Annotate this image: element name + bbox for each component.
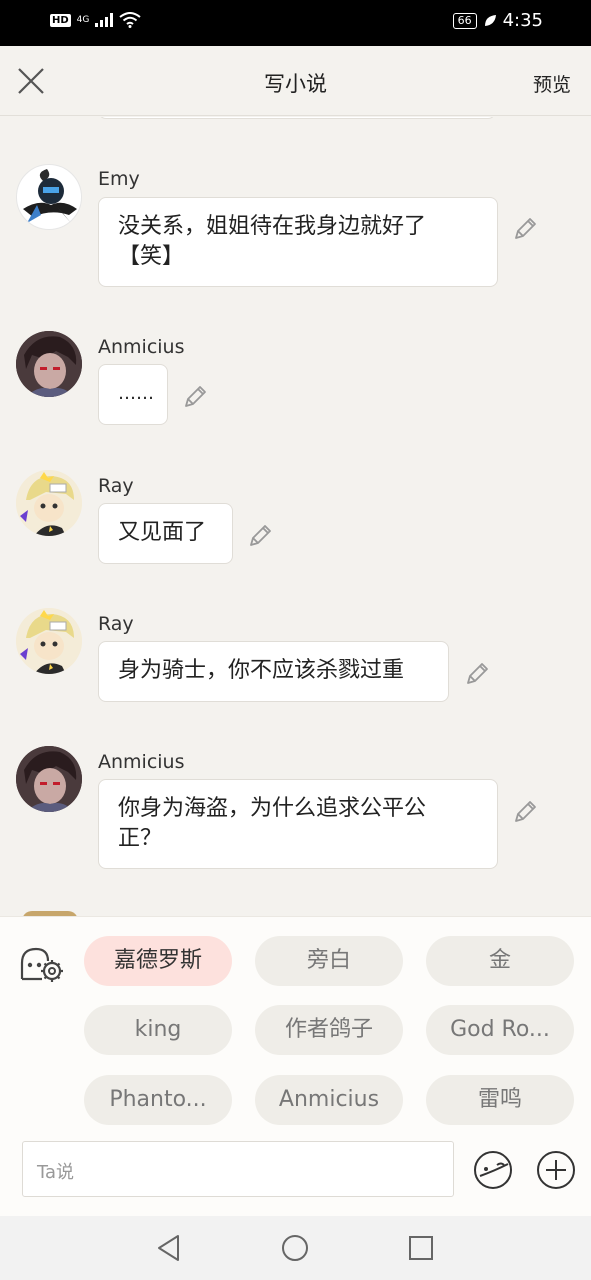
network-type: 4G: [76, 15, 90, 25]
role-chip[interactable]: Phanto...: [84, 1075, 232, 1125]
avatar[interactable]: [16, 746, 82, 812]
sender-name: Anmicius: [98, 336, 185, 358]
signal-icon: [95, 13, 114, 27]
message-bubble[interactable]: 没关系，姐姐待在我身边就好了 【笑】: [98, 197, 498, 287]
role-settings-icon[interactable]: [18, 945, 66, 985]
pencil-icon[interactable]: [246, 522, 274, 550]
pencil-icon[interactable]: [181, 383, 209, 411]
role-chip[interactable]: God Ro...: [426, 1005, 574, 1055]
pencil-icon[interactable]: [511, 798, 539, 826]
role-chip[interactable]: 作者鸽子: [255, 1005, 403, 1055]
role-chip[interactable]: 雷鸣: [426, 1075, 574, 1125]
battery-indicator: 66: [452, 12, 477, 29]
message-text: 身为骑士，你不应该杀戮过重: [118, 658, 405, 683]
avatar[interactable]: [16, 608, 82, 674]
message-bubble[interactable]: ……: [98, 364, 168, 425]
hd-badge: HD: [50, 13, 71, 27]
message-text-line: 【笑】: [118, 244, 185, 269]
avatar[interactable]: [16, 331, 82, 397]
home-icon[interactable]: [280, 1233, 310, 1263]
message-input[interactable]: Ta说: [22, 1141, 454, 1197]
message-bubble[interactable]: 你身为海盗，为什么追求公平公 正？: [98, 779, 498, 869]
page-title: 写小说: [264, 72, 327, 96]
role-panel: 嘉德罗斯 旁白 金 king 作者鸽子 God Ro... Phanto... …: [0, 916, 591, 1216]
back-icon[interactable]: [154, 1233, 184, 1263]
sender-name: Ray: [98, 613, 134, 635]
clock: 4:35: [502, 10, 543, 31]
message-bubble[interactable]: 身为骑士，你不应该杀戮过重: [98, 641, 449, 702]
preview-button[interactable]: 预览: [533, 70, 571, 97]
leaf-icon: [484, 14, 496, 26]
sender-name: Emy: [98, 168, 140, 190]
sender-name: Anmicius: [98, 751, 185, 773]
add-icon[interactable]: [535, 1149, 577, 1191]
role-chip[interactable]: 旁白: [255, 936, 403, 986]
avatar[interactable]: [16, 164, 82, 230]
pencil-icon[interactable]: [511, 215, 539, 243]
message-text-line: 没关系，姐姐待在我身边就好了: [118, 214, 427, 239]
message-text-line: 你身为海盗，为什么追求公平公: [118, 796, 427, 821]
message-text: ……: [118, 383, 154, 404]
avatar[interactable]: [16, 470, 82, 536]
system-nav-bar: [0, 1216, 591, 1280]
role-chip[interactable]: 金: [426, 936, 574, 986]
pencil-icon[interactable]: [463, 660, 491, 688]
emoji-icon[interactable]: [472, 1149, 514, 1191]
recent-apps-icon[interactable]: [406, 1233, 436, 1263]
status-bar: HD 4G 66 4:35: [0, 0, 591, 46]
chat-list[interactable]: Emy 没关系，姐姐待在我身边就好了 【笑】 Anmicius …… Ray 又…: [0, 117, 591, 916]
role-chip-selected[interactable]: 嘉德罗斯: [84, 936, 232, 986]
sender-name: Ray: [98, 475, 134, 497]
message-bubble-partial[interactable]: [98, 117, 496, 119]
message-text-line: 正？: [118, 826, 163, 851]
wifi-icon: [119, 12, 141, 28]
role-chip[interactable]: king: [84, 1005, 232, 1055]
role-chip[interactable]: Anmicius: [255, 1075, 403, 1125]
top-app-bar: 写小说 预览: [0, 46, 591, 116]
message-text: 又见面了: [118, 520, 207, 545]
message-bubble[interactable]: 又见面了: [98, 503, 233, 564]
